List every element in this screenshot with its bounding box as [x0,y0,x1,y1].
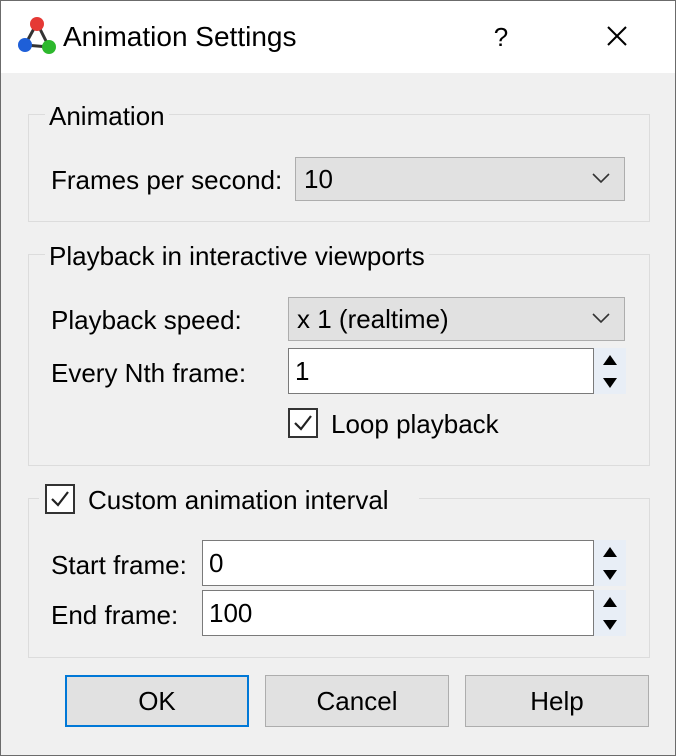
playback-group-title: Playback in interactive viewports [45,240,429,272]
start-frame-label: Start frame: [51,550,187,580]
spin-down-button[interactable] [594,371,626,394]
custom-interval-label[interactable]: Custom animation interval [88,484,389,516]
checkmark-icon [294,415,312,431]
playback-speed-combobox[interactable]: x 1 (realtime) [288,297,625,341]
cancel-button[interactable]: Cancel [265,675,449,727]
playback-speed-value: x 1 (realtime) [297,304,449,334]
arrow-down-icon [603,620,617,630]
title-bar: Animation Settings ? [1,1,675,73]
spin-up-button[interactable] [594,590,626,613]
every-nth-frame-spinner [594,348,626,394]
every-nth-frame-label: Every Nth frame: [51,358,247,388]
every-nth-frame-input[interactable]: 1 [288,348,594,394]
loop-playback-checkbox[interactable] [288,408,318,438]
spin-down-button[interactable] [594,613,626,636]
end-frame-input[interactable]: 100 [202,590,594,636]
arrow-down-icon [603,570,617,580]
window-title: Animation Settings [63,21,297,52]
spin-up-button[interactable] [594,540,626,563]
chevron-down-icon [592,173,610,184]
checkmark-icon [51,491,69,507]
spin-up-button[interactable] [594,348,626,371]
fps-combobox[interactable]: 10 [295,157,625,201]
start-frame-input[interactable]: 0 [202,540,594,586]
fps-combobox-value: 10 [304,164,333,194]
close-button[interactable] [591,15,643,59]
playback-speed-label: Playback speed: [51,305,242,335]
animation-group-title: Animation [45,100,169,132]
arrow-up-icon [603,597,617,607]
loop-playback-label[interactable]: Loop playback [331,408,499,440]
spin-down-button[interactable] [594,563,626,586]
arrow-up-icon [603,547,617,557]
help-button[interactable]: Help [465,675,649,727]
custom-interval-checkbox[interactable] [45,484,75,514]
chevron-down-icon [592,313,610,324]
close-icon [607,26,627,46]
end-frame-spinner [594,590,626,636]
title-help-button[interactable]: ? [475,15,527,59]
fps-label: Frames per second: [51,165,283,195]
arrow-up-icon [603,355,617,365]
animation-settings-dialog: Animation Settings ? Animation Frames pe… [0,0,676,756]
start-frame-spinner [594,540,626,586]
molecule-app-icon [18,17,56,54]
ok-button[interactable]: OK [65,675,249,727]
end-frame-label: End frame: [51,600,179,630]
arrow-down-icon [603,378,617,388]
